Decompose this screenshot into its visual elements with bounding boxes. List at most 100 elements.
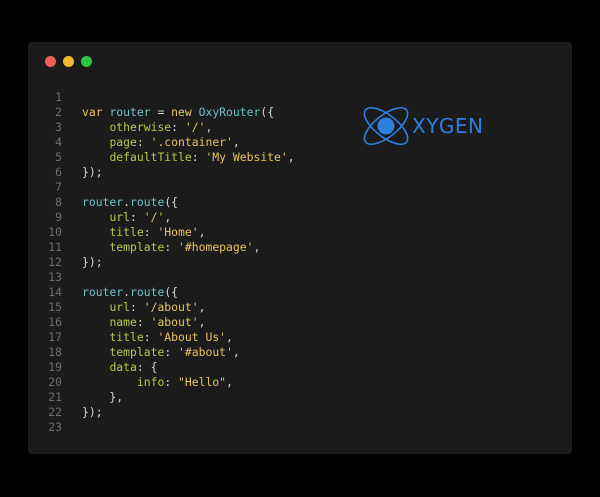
- code-token: ,: [232, 345, 240, 359]
- line-number: 22: [48, 405, 62, 419]
- line-number: 2: [55, 105, 62, 119]
- code-text: });: [62, 165, 103, 180]
- code-token: route: [130, 285, 165, 299]
- code-text: otherwise: '/',: [62, 120, 212, 135]
- code-token: info: [136, 375, 165, 389]
- code-token: defaultTitle: [109, 150, 192, 164]
- code-text: });: [62, 405, 103, 420]
- code-line: 10 title: 'Home',: [28, 225, 295, 240]
- code-line: 2 var router = new OxyRouter({: [28, 105, 295, 120]
- code-token: ,: [226, 375, 233, 389]
- code-token: :: [191, 150, 206, 164]
- code-line: 23: [28, 420, 295, 435]
- oxygen-logo: XYGEN: [358, 98, 484, 154]
- code-line: 14 router.route({: [28, 285, 295, 300]
- code-text: title: 'Home',: [62, 225, 205, 240]
- code-line: 20 info: "Hello",: [28, 375, 295, 390]
- line-number: 9: [55, 210, 62, 224]
- code-line: 13: [28, 270, 295, 285]
- code-line: 3 otherwise: '/',: [28, 120, 295, 135]
- code-token: :: [171, 120, 185, 134]
- code-line: 15 url: '/about',: [28, 300, 295, 315]
- line-number: 15: [48, 300, 62, 314]
- code-token: ,: [226, 330, 233, 344]
- line-number: 17: [48, 330, 62, 344]
- code-text: router.route({: [62, 195, 178, 210]
- code-text: });: [62, 255, 103, 270]
- code-line: 12});: [28, 255, 295, 270]
- code-text: data: {: [62, 360, 157, 375]
- code-text: defaultTitle: 'My Website',: [62, 150, 294, 165]
- code-token: ({: [164, 195, 179, 209]
- line-number: 20: [48, 375, 62, 389]
- code-token: ,: [198, 300, 206, 314]
- code-token: url: [109, 210, 131, 224]
- code-token: .: [123, 285, 131, 299]
- code-text: template: '#about',: [62, 345, 240, 360]
- code-token: '#about': [178, 345, 233, 359]
- code-token: =: [150, 105, 172, 119]
- close-button[interactable]: [45, 56, 56, 67]
- code-token: :: [143, 330, 158, 344]
- code-token: 'About Us': [157, 330, 227, 344]
- code-text: url: '/about',: [62, 300, 205, 315]
- logo-text: XYGEN: [412, 114, 484, 138]
- code-text: url: '/',: [62, 210, 171, 225]
- line-number: 12: [48, 255, 62, 269]
- code-token: '/': [184, 120, 206, 134]
- line-number: 6: [55, 165, 62, 179]
- atom-orbit-icon: [363, 106, 409, 146]
- line-number: 21: [48, 390, 62, 404]
- line-number: 3: [55, 120, 62, 134]
- code-text: page: '.container',: [62, 135, 239, 150]
- code-line: 5 defaultTitle: 'My Website',: [28, 150, 294, 165]
- code-token: :: [164, 375, 179, 389]
- line-number: 1: [55, 90, 62, 104]
- code-token: ,: [205, 120, 213, 134]
- code-token: ,: [198, 225, 206, 239]
- code-token: title: [109, 225, 144, 239]
- code-text: var router = new OxyRouter({: [62, 105, 274, 120]
- code-token: });: [82, 405, 103, 419]
- code-line: 16 name: 'about',: [28, 315, 295, 330]
- line-number: 13: [48, 270, 62, 284]
- line-number: 23: [48, 420, 62, 434]
- window-controls: [45, 56, 92, 67]
- code-token: });: [82, 255, 103, 269]
- code-token: 'My Website': [205, 150, 288, 164]
- code-token: ,: [253, 240, 261, 254]
- maximize-button[interactable]: [81, 56, 92, 67]
- code-token: : {: [136, 360, 158, 374]
- code-text: info: "Hello",: [62, 375, 233, 390]
- code-text: template: '#homepage',: [62, 240, 260, 255]
- code-token: new: [171, 105, 199, 119]
- code-line: 18 template: '#about',: [28, 345, 295, 360]
- line-number: 16: [48, 315, 62, 329]
- code-text: router.route({: [62, 285, 178, 300]
- code-token: router: [82, 285, 124, 299]
- code-line: 22});: [28, 405, 295, 420]
- code-line: 1: [28, 90, 295, 105]
- code-token: :: [136, 135, 151, 149]
- code-token: page: [109, 135, 137, 149]
- code-token: router: [109, 105, 151, 119]
- code-line: 8 router.route({: [28, 195, 295, 210]
- line-number: 5: [55, 150, 62, 164]
- code-line: 11 template: '#homepage',: [28, 240, 295, 255]
- code-text: title: 'About Us',: [62, 330, 233, 345]
- code-token: 'about': [150, 315, 199, 329]
- code-token: '.container': [150, 135, 233, 149]
- minimize-button[interactable]: [63, 56, 74, 67]
- code-token: :: [130, 210, 144, 224]
- code-line: 7: [28, 180, 295, 195]
